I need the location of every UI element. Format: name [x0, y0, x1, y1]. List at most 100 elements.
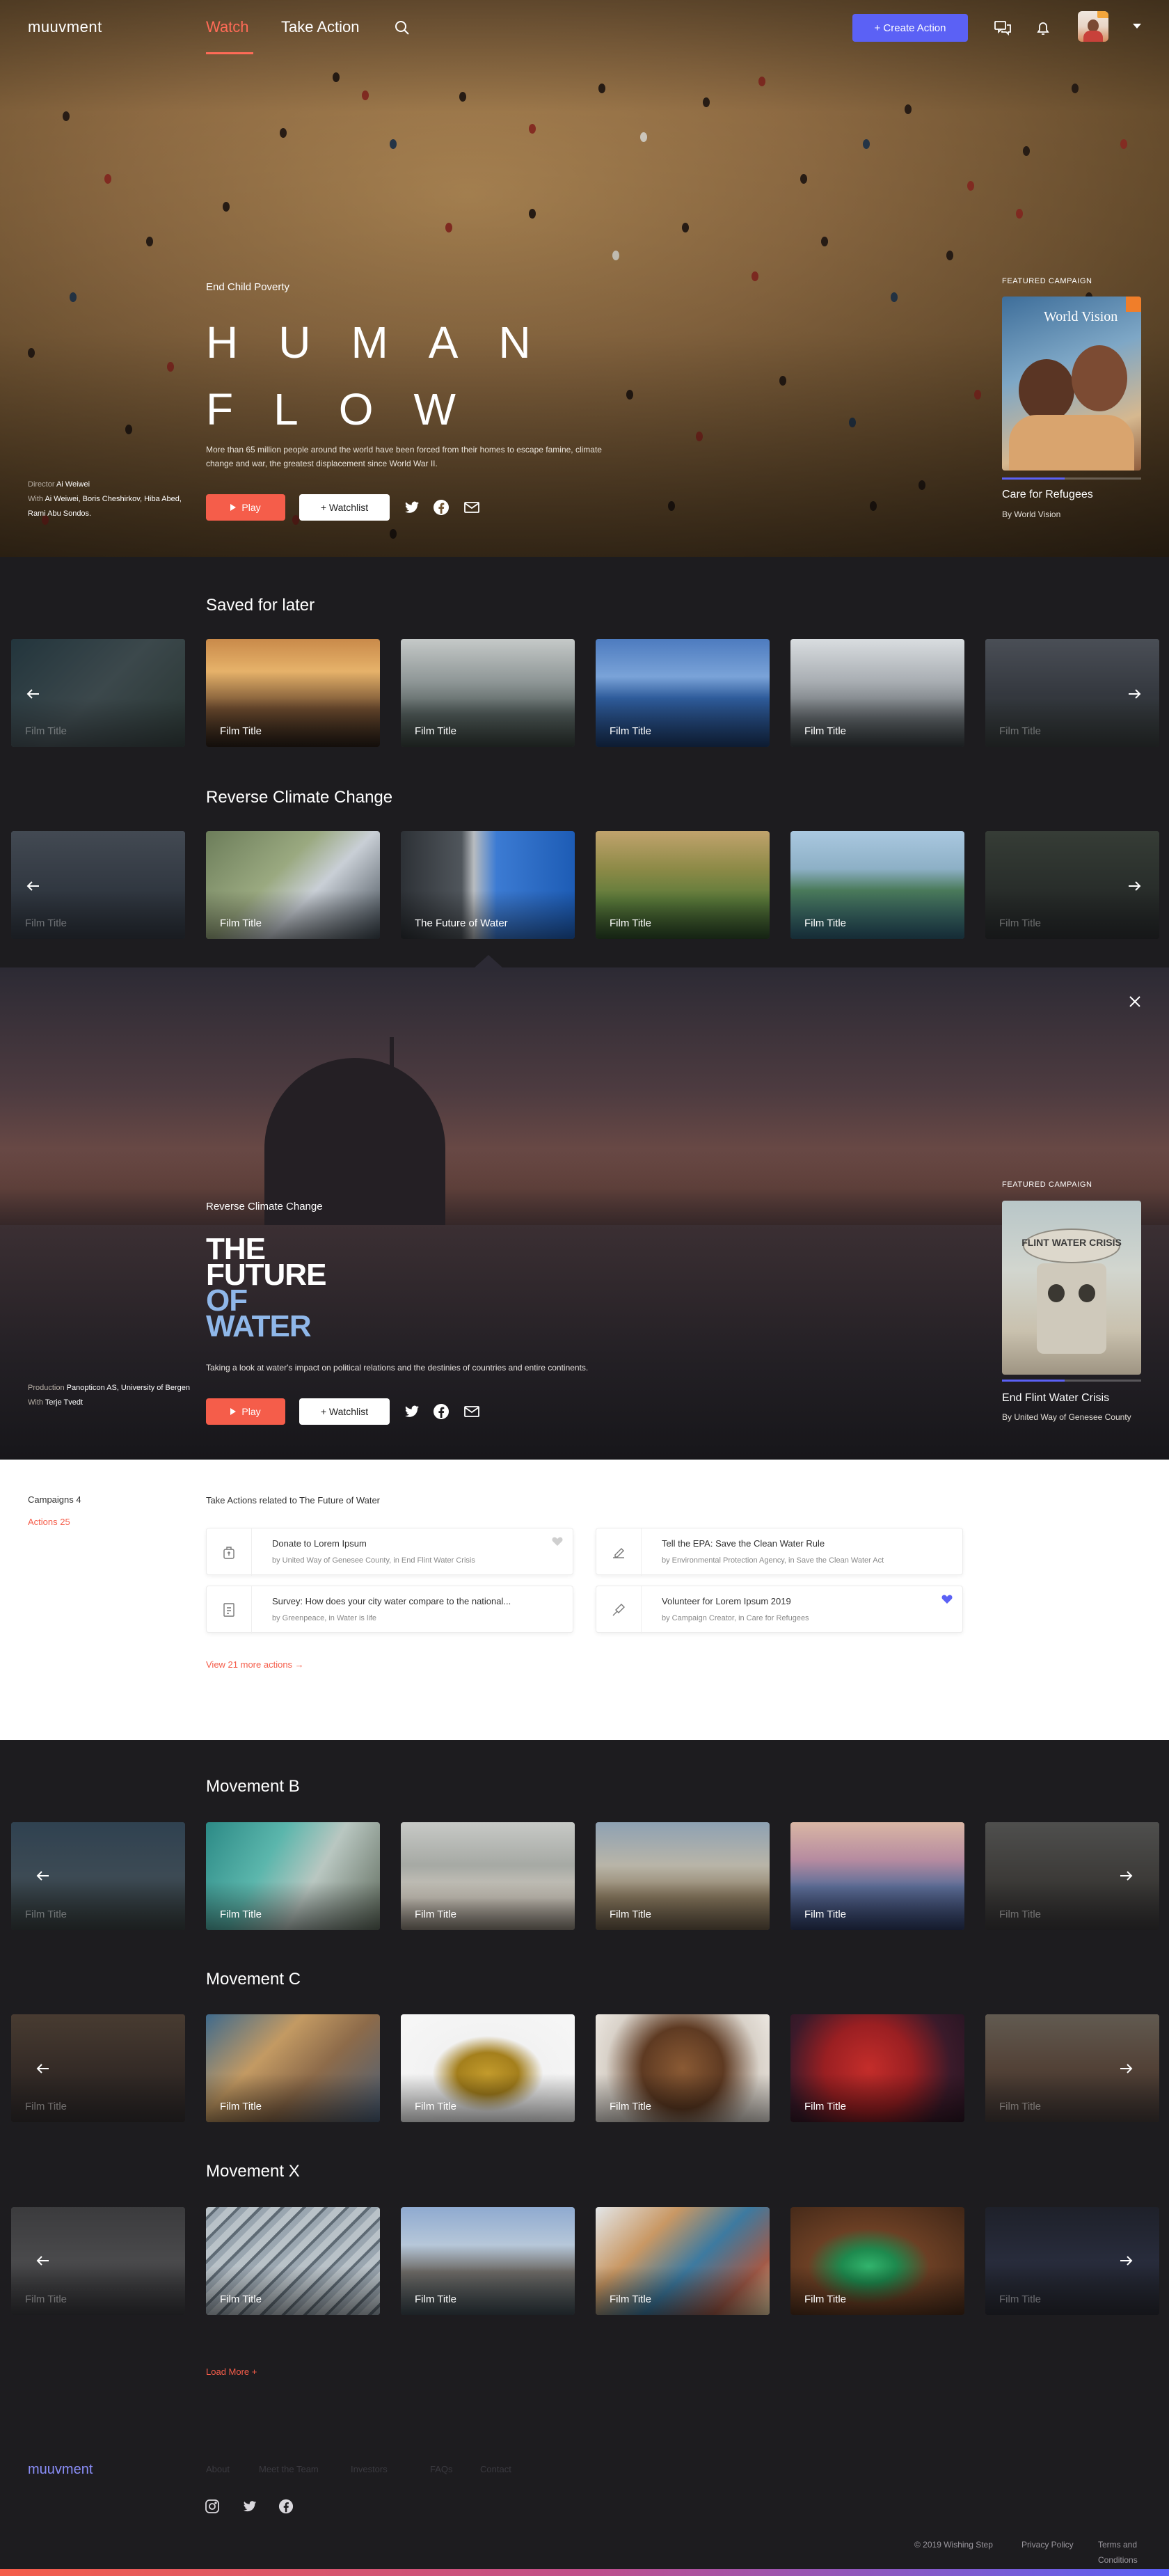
child-shirt [1009, 415, 1134, 471]
play-icon [230, 1408, 237, 1415]
film-card[interactable]: Film Title [206, 1822, 380, 1930]
arrow-left-icon[interactable] [35, 2060, 51, 2077]
mail-icon[interactable] [463, 1403, 480, 1420]
footer-gradient-bar [0, 2569, 1169, 2576]
load-more-button[interactable]: Load More + [206, 2366, 257, 2377]
film-card[interactable]: Film Title [206, 831, 380, 939]
arrow-right-icon[interactable] [1118, 2060, 1134, 2077]
hero-title: HUMAN FLOW [206, 317, 571, 434]
hero-play-button[interactable]: Play [206, 494, 285, 521]
hero-credits: Director Ai Weiwei With Ai Weiwei, Boris… [28, 480, 182, 518]
actions-count[interactable]: Actions 25 [28, 1517, 70, 1527]
featured-campaign-image[interactable]: World Vision [1002, 297, 1141, 471]
world-vision-logo: World Vision [1044, 309, 1118, 324]
hero-description: More than 65 million people around the w… [206, 445, 602, 468]
arrow-left-icon[interactable] [25, 878, 42, 894]
detail-title-logo: THE FUTURE OF WATER [206, 1232, 326, 1343]
logo[interactable]: muuvment [28, 18, 102, 36]
film-card[interactable]: Film Title [206, 2207, 380, 2315]
avatar[interactable] [1078, 11, 1108, 42]
close-icon[interactable] [1127, 993, 1143, 1010]
film-card[interactable]: Film Title [596, 1822, 770, 1930]
film-card[interactable]: Film Title [206, 639, 380, 747]
facebook-icon[interactable] [278, 2499, 294, 2514]
detail-description: Taking a look at water's impact on polit… [206, 1363, 589, 1373]
film-card[interactable]: Film Title [596, 831, 770, 939]
detail-watchlist-button[interactable]: + Watchlist [299, 1398, 390, 1425]
featured-campaign-title[interactable]: End Flint Water Crisis [1002, 1392, 1109, 1405]
instagram-icon[interactable] [205, 2499, 220, 2514]
film-card[interactable]: Film Title [596, 2207, 770, 2315]
detail-credits: Production Panopticon AS, University of … [28, 1384, 190, 1407]
action-card[interactable]: Volunteer for Lorem Ipsum 2019 by Campai… [596, 1586, 963, 1634]
mail-icon[interactable] [463, 499, 480, 516]
search-icon[interactable] [394, 19, 411, 36]
film-card[interactable]: Film Title [790, 2207, 964, 2315]
water-surface [0, 1225, 1169, 1460]
footer-logo[interactable]: muuvment [28, 2462, 93, 2478]
create-action-button[interactable]: + Create Action [852, 14, 968, 42]
footer-terms-link[interactable]: Terms and Conditions [1098, 2537, 1147, 2568]
film-card[interactable]: Film Title [596, 639, 770, 747]
view-more-actions-link[interactable]: View 21 more actions → [206, 1659, 304, 1670]
arrow-left-icon[interactable] [35, 1867, 51, 1884]
arrow-left-icon[interactable] [35, 2252, 51, 2269]
child-face-2 [1072, 345, 1127, 411]
film-card[interactable]: Film Title [401, 1822, 575, 1930]
facebook-icon[interactable] [433, 1403, 450, 1420]
top-nav: muuvment Watch Take Action + Create Acti… [0, 0, 1169, 56]
facebook-icon[interactable] [433, 499, 450, 516]
featured-campaign-by: By United Way of Genesee County [1002, 1412, 1131, 1422]
action-card[interactable]: Tell the EPA: Save the Clean Water Rule … [596, 1528, 963, 1576]
featured-campaign-by: By World Vision [1002, 509, 1061, 519]
film-card[interactable]: Film Title [206, 2014, 380, 2122]
action-card[interactable]: Survey: How does your city water compare… [206, 1586, 573, 1634]
chat-icon[interactable] [993, 18, 1012, 38]
heart-icon[interactable] [941, 1595, 953, 1604]
film-card[interactable]: Film Title [790, 1822, 964, 1930]
footer-link-contact[interactable]: Contact [480, 2464, 511, 2474]
footer-link-team[interactable]: Meet the Team [259, 2464, 319, 2474]
arrow-left-icon[interactable] [25, 686, 42, 702]
footer-link-faqs[interactable]: FAQs [430, 2464, 453, 2474]
film-card[interactable]: Film Title [790, 831, 964, 939]
campaigns-count[interactable]: Campaigns 4 [28, 1494, 81, 1505]
petition-icon [613, 1548, 624, 1558]
twitter-icon[interactable] [242, 2499, 257, 2514]
heart-icon[interactable] [552, 1537, 563, 1547]
arrow-right-icon[interactable] [1126, 878, 1143, 894]
twitter-icon[interactable] [404, 1403, 420, 1420]
featured-campaign-image[interactable]: FLINT WATER CRISIS [1002, 1201, 1141, 1375]
chevron-down-icon[interactable] [1133, 24, 1141, 29]
arrow-right-icon[interactable] [1126, 686, 1143, 702]
hero-kicker: End Child Poverty [206, 281, 290, 293]
footer-link-about[interactable]: About [206, 2464, 230, 2474]
bell-icon[interactable] [1033, 18, 1053, 38]
film-card[interactable]: Film Title [401, 2207, 575, 2315]
arrow-right-icon[interactable] [1118, 2252, 1134, 2269]
footer-link-investors[interactable]: Investors [351, 2464, 388, 2474]
actions-heading: Take Actions related to The Future of Wa… [206, 1495, 381, 1506]
hero-banner [0, 0, 1169, 557]
film-card[interactable]: Film Title [401, 639, 575, 747]
skyline-silhouette [0, 1148, 1169, 1232]
film-card[interactable]: Film Title [596, 2014, 770, 2122]
arrow-right-icon[interactable] [1118, 1867, 1134, 1884]
hero-watchlist-button[interactable]: + Watchlist [299, 494, 390, 521]
action-card[interactable]: Donate to Lorem Ipsum by United Way of G… [206, 1528, 573, 1576]
film-card-future-of-water[interactable]: The Future of Water [401, 831, 575, 939]
film-card[interactable]: Film Title [790, 2014, 964, 2122]
nav-watch[interactable]: Watch [206, 18, 249, 36]
footer-privacy-link[interactable]: Privacy Policy [1021, 2537, 1074, 2552]
featured-campaign-label: FEATURED CAMPAIGN [1002, 1180, 1092, 1189]
row-title-movement-b: Movement B [206, 1777, 300, 1796]
row-title-climate: Reverse Climate Change [206, 788, 393, 807]
twitter-icon[interactable] [404, 499, 420, 516]
nav-take-action[interactable]: Take Action [281, 18, 360, 36]
film-card[interactable]: Film Title [790, 639, 964, 747]
film-card[interactable]: Film Title [401, 2014, 575, 2122]
detail-play-button[interactable]: Play [206, 1398, 285, 1425]
actions-section [0, 1460, 1169, 1740]
featured-campaign-title[interactable]: Care for Refugees [1002, 489, 1093, 501]
detail-kicker: Reverse Climate Change [206, 1201, 323, 1212]
